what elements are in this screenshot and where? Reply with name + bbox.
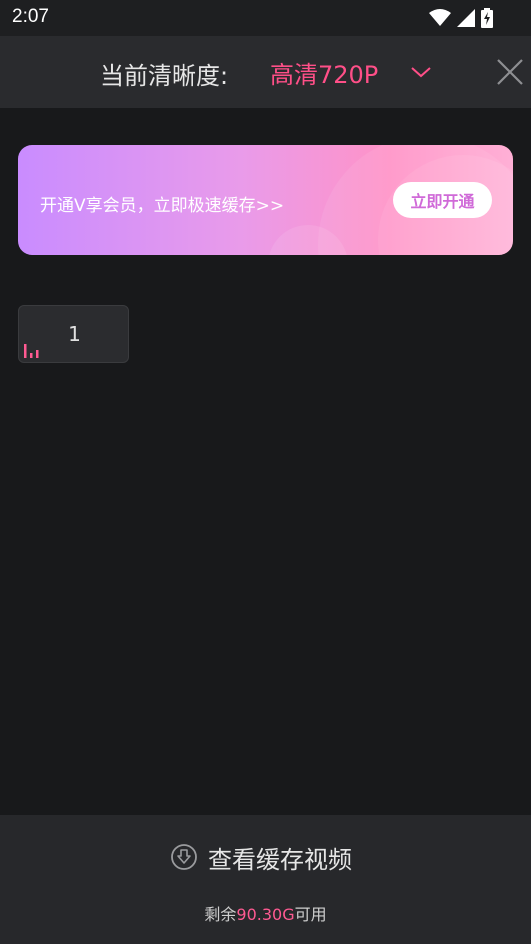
quality-value: 高清720P [270,60,379,89]
episode-number: 1 [68,322,81,346]
status-icons [429,6,493,30]
vip-banner-text: 开通V享会员，立即极速缓存>> [40,196,285,216]
signal-icon [457,9,475,27]
quality-label: 当前清晰度: [100,62,229,90]
wifi-icon [429,9,451,26]
close-icon[interactable] [494,56,526,88]
quality-header: 当前清晰度: 高清720P [0,36,531,108]
status-time: 2:07 [12,6,49,27]
view-cache-label: 查看缓存视频 [208,845,352,874]
battery-charging-icon [481,8,493,28]
view-cache-button[interactable]: 查看缓存视频 [170,839,352,875]
status-bar: 2:07 [0,0,531,36]
open-vip-button[interactable]: 立即开通 [393,182,492,218]
storage-prefix: 剩余 [204,905,237,924]
storage-info: 剩余90.30G可用 [0,901,531,925]
storage-amount: 90.30G [236,905,295,924]
episode-tile-1[interactable]: 1 [18,305,129,363]
quality-dropdown[interactable]: 高清720P [270,52,440,92]
storage-suffix: 可用 [294,905,327,924]
bottom-bar: 查看缓存视频 剩余90.30G可用 [0,815,531,944]
chevron-down-icon [411,67,431,78]
vip-banner[interactable]: 开通V享会员，立即极速缓存>> 立即开通 [18,145,513,255]
download-circle-icon [171,844,197,870]
playing-bars-icon [24,344,39,358]
